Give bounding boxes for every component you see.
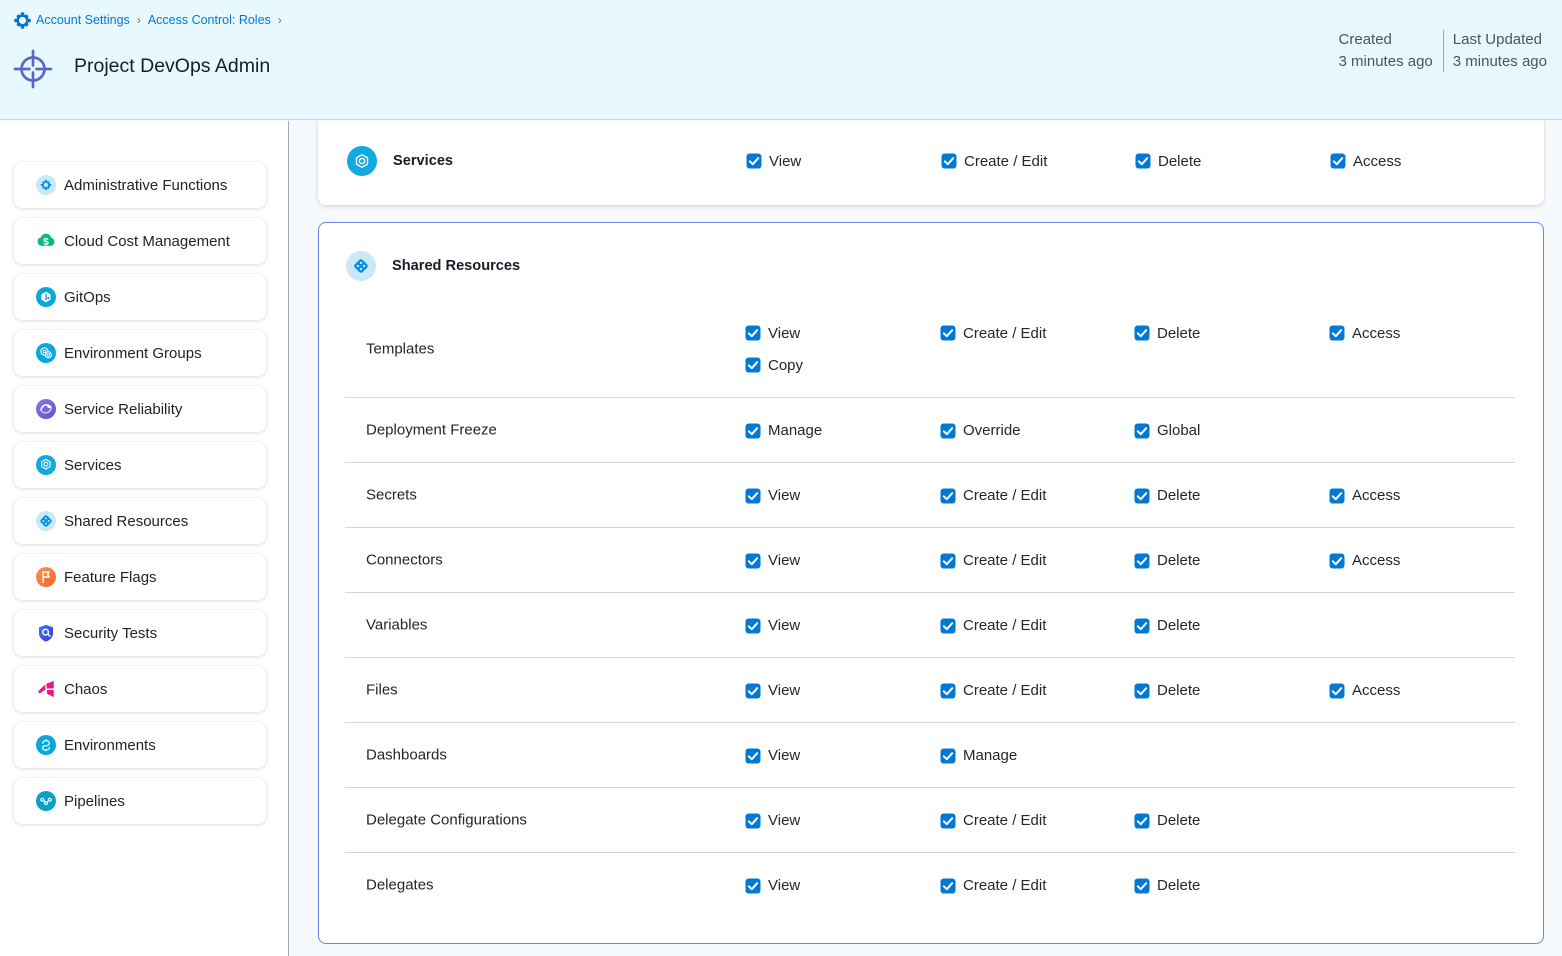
- svg-text:$: $: [43, 237, 49, 248]
